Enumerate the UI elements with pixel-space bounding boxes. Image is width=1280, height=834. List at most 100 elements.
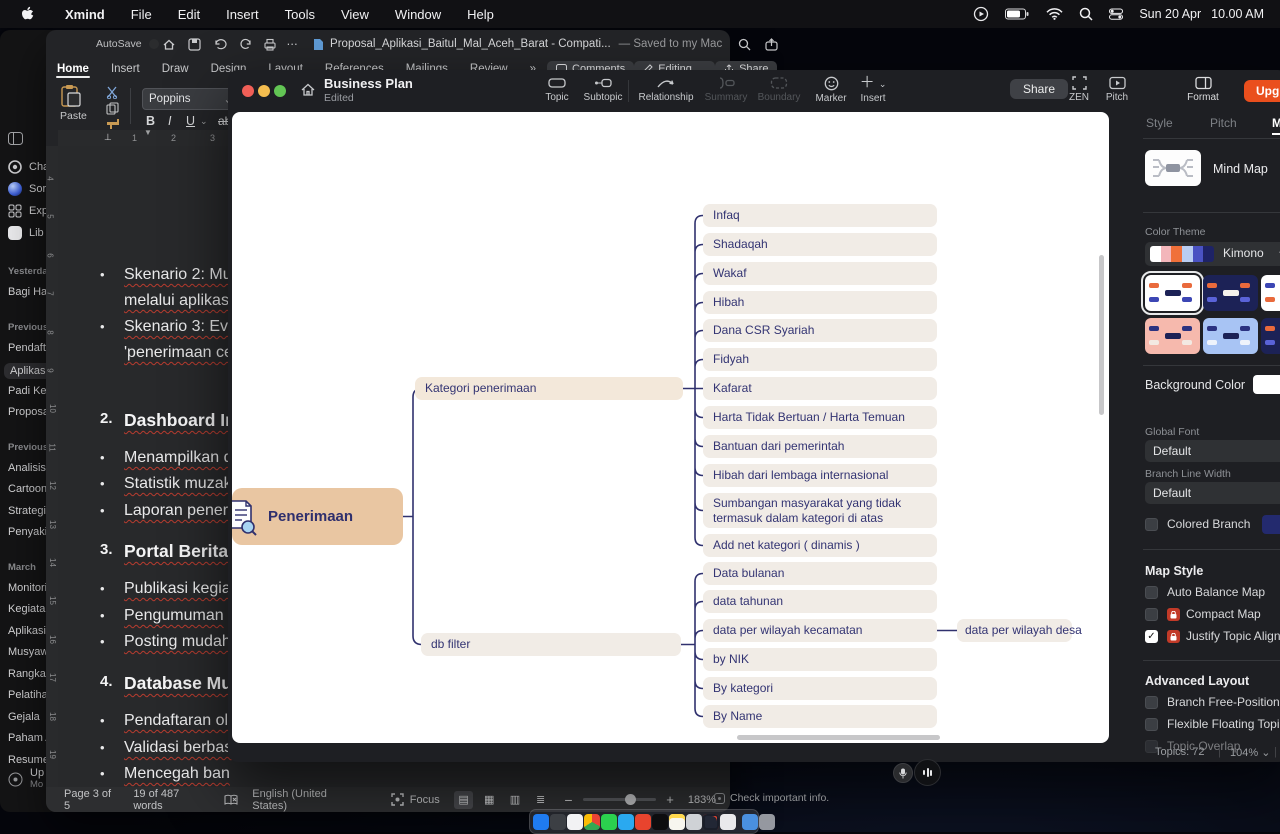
sidebar-chat-item[interactable]: Monitori <box>8 582 47 594</box>
topic-data-bulanan[interactable]: Data bulanan <box>703 562 937 585</box>
focus-label[interactable]: Focus <box>410 794 440 806</box>
search-icon[interactable] <box>738 38 751 51</box>
more-toolbar-icon[interactable]: ⋯ <box>287 37 300 51</box>
topic-add-net-kategori-dinamis[interactable]: Add net kategori ( dinamis ) <box>703 534 937 557</box>
compact-map-checkbox[interactable] <box>1145 608 1158 621</box>
dock-keynote-icon[interactable] <box>635 814 651 830</box>
topic-data-per-wilayah-desa[interactable]: data per wilayah desa <box>957 619 1072 642</box>
dock-finder-icon[interactable] <box>533 814 549 830</box>
menu-tools[interactable]: Tools <box>272 7 328 22</box>
view-outline-button[interactable]: ≣ <box>531 791 551 809</box>
theme-thumbnail-5[interactable] <box>1203 318 1258 354</box>
sidebar-chat-item[interactable]: Musyaw <box>8 646 48 658</box>
menu-view[interactable]: View <box>328 7 382 22</box>
topic-kategori-penerimaan[interactable]: Kategori penerimaan <box>415 377 683 400</box>
topic-db-filter[interactable]: db filter <box>421 633 681 656</box>
format-panel-toggle[interactable]: Format <box>1180 76 1226 103</box>
theme-thumbnail-2[interactable] <box>1203 275 1258 311</box>
global-font-select[interactable]: Default <box>1145 440 1280 462</box>
insert-tool[interactable]: ＋ ⌄ Insert <box>850 76 896 104</box>
save-icon[interactable] <box>188 38 201 51</box>
document-title[interactable]: Proposal_Aplikasi_Baitul_Mal_Aceh_Barat … <box>330 38 611 50</box>
indent-marker[interactable]: ▼ <box>144 128 152 137</box>
flexible-floating-checkbox[interactable] <box>1145 718 1158 731</box>
audio-waveform-button[interactable] <box>914 759 941 786</box>
tab-draw[interactable]: Draw <box>151 63 200 75</box>
language-indicator[interactable]: English (United States) <box>252 788 363 812</box>
font-name-select[interactable]: Poppins⌄ <box>142 88 240 110</box>
branch-color-swatch[interactable] <box>1262 515 1280 534</box>
menu-xmind[interactable]: Xmind <box>52 7 118 22</box>
topic-kafarat[interactable]: Kafarat <box>703 377 937 400</box>
auto-balance-checkbox[interactable] <box>1145 586 1158 599</box>
italic-button[interactable]: I <box>168 114 171 128</box>
structure-label[interactable]: Mind Map <box>1213 162 1268 176</box>
sidebar-chat-item[interactable]: Proposa <box>8 406 49 418</box>
topic-hibah[interactable]: Hibah <box>703 291 937 314</box>
sidebar-chat-item[interactable]: Resume <box>8 754 49 766</box>
marker-tool[interactable]: Marker <box>808 76 854 104</box>
topic-by-kategori[interactable]: By kategori <box>703 677 937 700</box>
dock-trash-icon[interactable] <box>759 814 775 830</box>
zoom-slider[interactable] <box>583 798 657 801</box>
sidebar-chat-item[interactable]: Analisis <box>8 462 46 474</box>
minimize-button[interactable] <box>258 85 270 97</box>
explore-nav-item[interactable]: Exp <box>8 204 48 218</box>
topic-fidyah[interactable]: Fidyah <box>703 348 937 371</box>
menu-help[interactable]: Help <box>454 7 507 22</box>
close-button[interactable] <box>242 85 254 97</box>
topic-tool[interactable]: Topic <box>534 76 580 103</box>
map-title[interactable]: Business Plan <box>324 76 413 91</box>
battery-icon[interactable] <box>1005 8 1030 20</box>
sidebar-chat-item[interactable]: Cartoon <box>8 483 47 495</box>
upgrade-button[interactable]: Upgrade <box>1244 80 1280 102</box>
free-positioning-checkbox[interactable] <box>1145 696 1158 709</box>
panel-tab-pitch[interactable]: Pitch <box>1210 116 1237 130</box>
undo-icon[interactable] <box>213 38 229 50</box>
apple-menu[interactable] <box>0 6 34 22</box>
panel-tab-map[interactable]: Map <box>1272 116 1280 135</box>
menu-date[interactable]: Sun 20 Apr <box>1139 7 1201 21</box>
topic-sumbangan-masyarakat-yang-tidak-termasuk-dalam-kategori-di-atas[interactable]: Sumbangan masyarakat yang tidak termasuk… <box>703 493 937 528</box>
vertical-scrollbar[interactable] <box>1099 255 1104 415</box>
topic-bantuan-dari-pemerintah[interactable]: Bantuan dari pemerintah <box>703 435 937 458</box>
theme-thumbnail-4[interactable] <box>1145 318 1200 354</box>
theme-select[interactable]: Kimono ⌄ <box>1145 242 1280 266</box>
branch-width-select[interactable]: Default <box>1145 482 1280 504</box>
dock-chrome-icon[interactable] <box>584 814 600 830</box>
tab-home[interactable]: Home <box>46 63 100 75</box>
bold-button[interactable]: B <box>146 114 155 128</box>
topic-harta-tidak-bertuan-harta-temuan[interactable]: Harta Tidak Bertuan / Harta Temuan <box>703 406 937 429</box>
control-center-icon[interactable] <box>1109 8 1123 20</box>
view-web-layout-button[interactable]: ▥ <box>505 791 525 809</box>
sora-nav-item[interactable]: Sor <box>8 182 46 196</box>
zoom-percent[interactable]: 183% <box>688 794 716 806</box>
underline-button[interactable]: U <box>186 114 195 128</box>
topic-wakaf[interactable]: Wakaf <box>703 262 937 285</box>
home-icon[interactable] <box>300 82 316 97</box>
print-icon[interactable] <box>263 38 277 51</box>
library-nav-item[interactable]: Lib <box>8 226 44 240</box>
central-topic[interactable]: Penerimaan <box>232 488 403 545</box>
home-icon[interactable] <box>162 38 176 51</box>
dock-telegram-icon[interactable] <box>618 814 634 830</box>
subtopic-tool[interactable]: Subtopic <box>580 76 626 103</box>
theme-thumbnail-3[interactable] <box>1261 275 1280 311</box>
proofing-icon[interactable] <box>224 794 238 806</box>
copy-icon[interactable] <box>106 102 119 115</box>
wifi-icon[interactable] <box>1046 8 1063 20</box>
topic-infaq[interactable]: Infaq <box>703 204 937 227</box>
horizontal-scrollbar[interactable] <box>737 735 940 740</box>
tab-stop-marker[interactable]: ⊥ <box>104 132 112 143</box>
zoom-out-button[interactable]: − <box>564 792 572 808</box>
sidebar-chat-item[interactable]: Penyakit <box>8 526 50 538</box>
justify-alignment-checkbox[interactable]: ✓ <box>1145 630 1158 643</box>
sidebar-chat-item[interactable]: Pelatiha <box>8 689 48 701</box>
word-count[interactable]: 19 of 487 words <box>133 788 210 812</box>
dock-preview-icon[interactable] <box>720 814 736 830</box>
sidebar-chat-item[interactable]: Strategi <box>8 505 46 517</box>
sidebar-chat-item[interactable]: Kegiatan <box>8 603 51 615</box>
menu-clock[interactable]: 10.00 AM <box>1211 7 1264 21</box>
colored-branch-checkbox[interactable] <box>1145 518 1158 531</box>
panel-tab-style[interactable]: Style <box>1146 116 1173 130</box>
